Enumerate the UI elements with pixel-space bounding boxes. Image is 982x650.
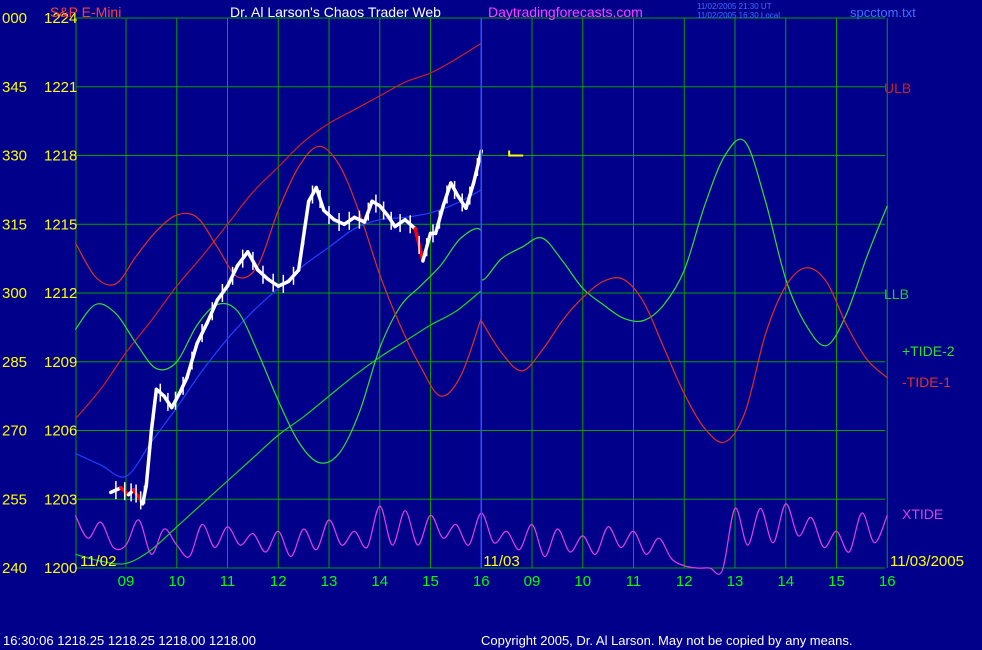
x-time-label-15: 16 (879, 573, 896, 590)
x-time-label-6: 15 (422, 573, 439, 590)
y-price-label-2: 1218 (44, 148, 77, 165)
x-date-label-2: 11/03/2005 (890, 553, 964, 570)
x-time-label-1: 10 (168, 573, 185, 590)
y-angle-label-3: 315 (2, 216, 27, 233)
x-date-label-1: 11/03 (483, 553, 519, 570)
x-time-label-11: 12 (676, 573, 693, 590)
y-price-label-5: 1209 (44, 354, 77, 371)
author-title: Dr. Al Larson's Chaos Trader Web (230, 4, 441, 20)
legend-xtide: XTIDE (902, 506, 943, 522)
y-price-label-6: 1206 (44, 423, 77, 440)
site-link[interactable]: Daytradingforecasts.com (488, 4, 643, 20)
legend-llb: LLB (884, 286, 909, 302)
timestamp-local: 11/02/2005 16:30 Local (697, 11, 780, 20)
y-angle-label-1: 345 (2, 79, 27, 96)
x-time-label-14: 15 (828, 573, 845, 590)
y-angle-label-0: 000 (2, 10, 27, 27)
y-price-label-7: 1203 (44, 491, 77, 508)
legend-tide_minus_1: -TIDE-1 (902, 374, 951, 390)
x-time-label-10: 11 (626, 573, 642, 590)
y-price-label-3: 1215 (44, 216, 77, 233)
x-time-label-7: 16 (473, 573, 490, 590)
footer-copyright: Copyright 2005, Dr. Al Larson. May not b… (481, 633, 852, 648)
x-time-label-9: 10 (574, 573, 591, 590)
x-time-label-5: 14 (371, 573, 388, 590)
y-angle-label-4: 300 (2, 285, 27, 302)
legend-ulb: ULB (884, 80, 911, 96)
x-time-label-0: 09 (118, 573, 135, 590)
x-time-label-12: 13 (727, 573, 744, 590)
y-price-label-4: 1212 (44, 285, 77, 302)
footer-quote: 16:30:06 1218.25 1218.25 1218.00 1218.00 (3, 633, 256, 648)
timestamp-ut: 11/02/2005 21:30 UT (697, 2, 772, 11)
y-price-label-8: 1200 (44, 560, 77, 577)
x-time-label-8: 09 (524, 573, 541, 590)
x-time-label-2: 11 (220, 573, 236, 590)
x-date-label-0: 11/02 (80, 553, 116, 570)
y-angle-label-8: 240 (2, 560, 27, 577)
x-time-label-13: 14 (777, 573, 794, 590)
y-price-label-1: 1221 (44, 79, 77, 96)
x-time-label-3: 12 (270, 573, 287, 590)
y-angle-label-7: 255 (2, 491, 27, 508)
chaos-trader-chart: 000 1224345 1221330 1218315 1215300 1212285 12… (0, 0, 982, 650)
x-time-label-4: 13 (321, 573, 338, 590)
legend-tide_plus_2: +TIDE-2 (902, 343, 955, 359)
y-angle-label-2: 330 (2, 148, 27, 165)
instrument-title: S&P E-Mini (50, 4, 121, 20)
y-angle-label-5: 285 (2, 354, 27, 371)
data-filename: spcctom.txt (850, 5, 916, 20)
y-angle-label-6: 270 (2, 423, 27, 440)
